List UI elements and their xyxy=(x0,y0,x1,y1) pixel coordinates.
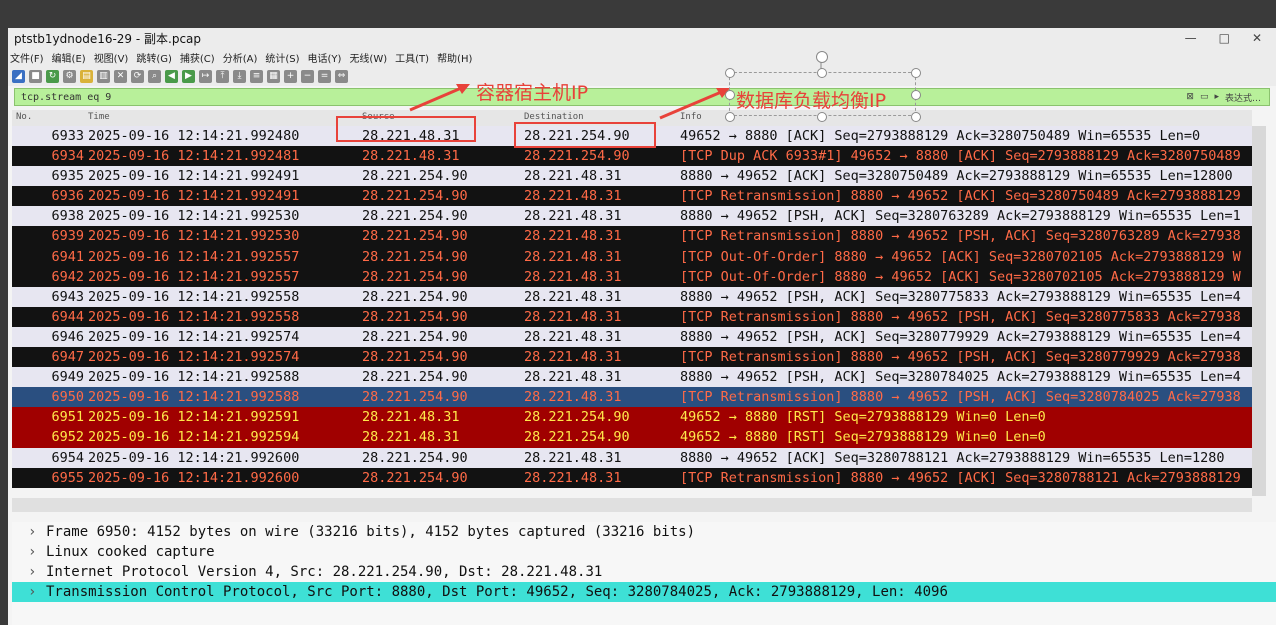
annotation-arrows xyxy=(409,60,822,120)
resize-handle-br[interactable] xyxy=(911,112,921,122)
resize-handle-bl[interactable] xyxy=(725,112,735,122)
resize-handle-mr[interactable] xyxy=(911,90,921,100)
resize-handle-tc[interactable] xyxy=(817,68,827,78)
resize-handle-ml[interactable] xyxy=(725,90,735,100)
resize-handle-tr[interactable] xyxy=(911,68,921,78)
resize-handle-bc[interactable] xyxy=(817,112,827,122)
container-host-ip-label: 容器宿主机IP xyxy=(476,82,589,104)
db-lb-ip-label: 数据库负载均衡IP xyxy=(736,90,887,112)
resize-handle-tl[interactable] xyxy=(725,68,735,78)
rotate-handle[interactable] xyxy=(816,51,828,63)
db-lb-arrow xyxy=(659,88,727,120)
container-host-arrow xyxy=(409,84,467,112)
